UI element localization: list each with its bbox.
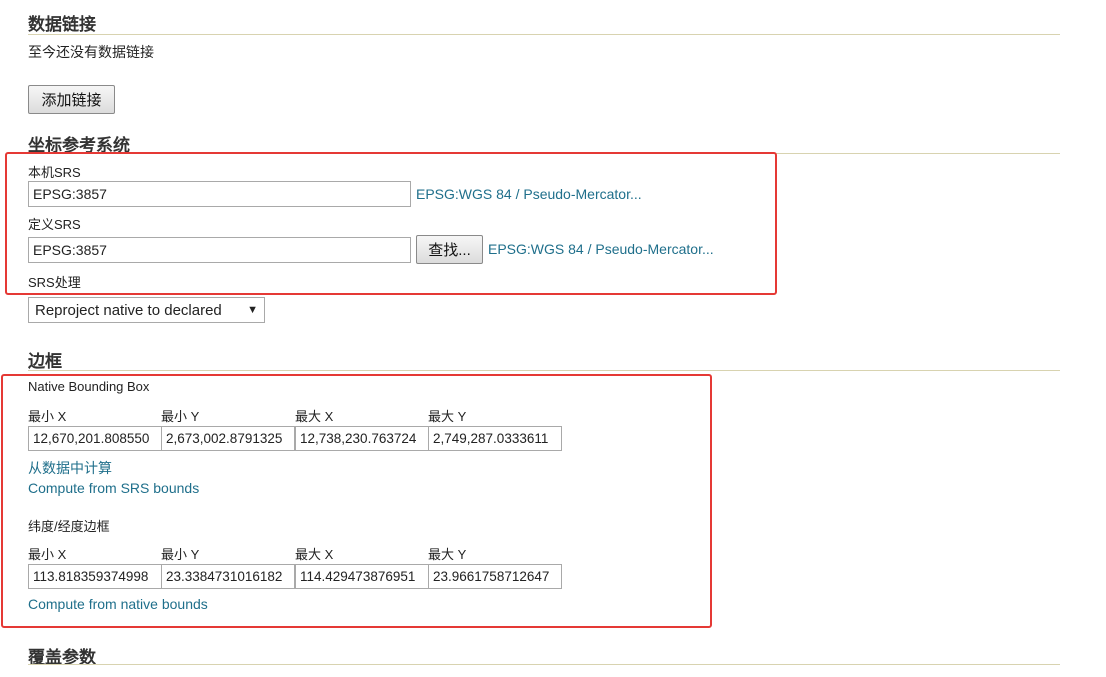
- section-title-data-links: 数据链接: [28, 15, 96, 34]
- add-link-button[interactable]: 添加链接: [28, 85, 115, 114]
- section-title-bbox: 边框: [28, 352, 62, 371]
- section-divider: [28, 370, 1060, 371]
- section-divider: [28, 664, 1060, 665]
- section-divider: [28, 34, 1060, 35]
- srs-handling-selected: Reproject native to declared: [35, 301, 222, 319]
- highlight-box-bbox: [1, 374, 712, 628]
- chevron-down-icon: ▼: [247, 304, 258, 316]
- highlight-box-crs: [5, 152, 777, 295]
- srs-handling-select[interactable]: Reproject native to declared ▼: [28, 297, 265, 323]
- no-data-links-text: 至今还没有数据链接: [28, 44, 154, 60]
